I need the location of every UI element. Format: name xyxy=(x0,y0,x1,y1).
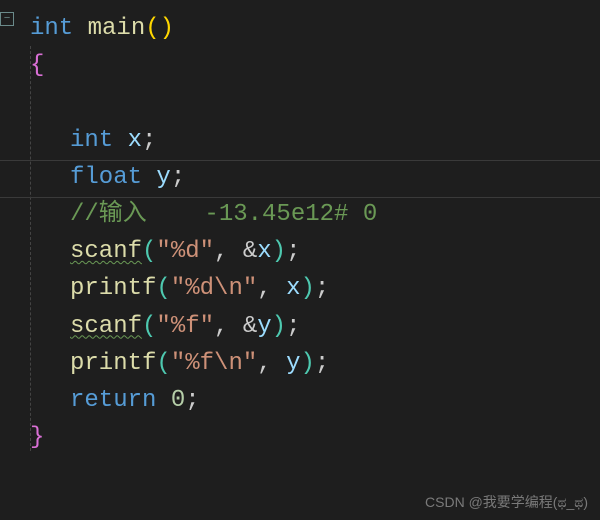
code-line: int main() xyxy=(20,10,600,47)
token-paren: ( xyxy=(156,275,170,302)
token-string: "%d" xyxy=(156,238,214,265)
token-comma: , xyxy=(257,275,286,302)
token-string: "%f\n" xyxy=(171,350,257,377)
token-paren: ) xyxy=(272,238,286,265)
token-semicolon: ; xyxy=(142,127,156,154)
token-keyword: return xyxy=(70,387,156,414)
token-paren: ( xyxy=(142,313,156,340)
token-brace: { xyxy=(30,52,44,79)
token-semicolon: ; xyxy=(171,164,185,191)
token-paren: ( xyxy=(145,15,159,42)
token-function: printf xyxy=(70,350,156,377)
token-type: int xyxy=(70,127,113,154)
token-paren: ( xyxy=(142,238,156,265)
code-line: } xyxy=(20,419,600,456)
code-line: printf("%d\n", x); xyxy=(20,270,600,307)
token-semicolon: ; xyxy=(185,387,199,414)
code-line: //输入 -13.45e12# 0 xyxy=(20,196,600,233)
token-function: main xyxy=(88,15,146,42)
token-comment: //输入 -13.45e12# 0 xyxy=(70,201,377,228)
token-string: "%f" xyxy=(156,313,214,340)
token-operator: & xyxy=(243,238,257,265)
token-var: y xyxy=(156,164,170,191)
token-paren: ) xyxy=(160,15,174,42)
code-line: float y; xyxy=(20,159,600,196)
code-editor[interactable]: − int main() { int x; float y; //输入 -13.… xyxy=(0,0,600,466)
code-line: scanf("%d", &x); xyxy=(20,233,600,270)
token-paren: ( xyxy=(156,350,170,377)
watermark: CSDN @我要学编程(ಥ_ಥ) xyxy=(425,492,588,512)
token-semicolon: ; xyxy=(286,313,300,340)
token-var: y xyxy=(257,313,271,340)
token-var: x xyxy=(286,275,300,302)
token-var: x xyxy=(257,238,271,265)
fold-glyph: − xyxy=(4,14,11,25)
token-semicolon: ; xyxy=(315,275,329,302)
token-semicolon: ; xyxy=(315,350,329,377)
token-type: float xyxy=(70,164,142,191)
code-line: return 0; xyxy=(20,382,600,419)
token-keyword: int xyxy=(30,15,73,42)
token-comma: , xyxy=(214,313,243,340)
token-function: printf xyxy=(70,275,156,302)
token-semicolon: ; xyxy=(286,238,300,265)
token-number: 0 xyxy=(171,387,185,414)
code-line: int x; xyxy=(20,122,600,159)
code-line xyxy=(20,84,600,121)
token-paren: ) xyxy=(272,313,286,340)
token-function: scanf xyxy=(70,238,142,265)
fold-icon[interactable]: − xyxy=(0,12,14,26)
code-line: { xyxy=(20,47,600,84)
token-var: x xyxy=(128,127,142,154)
code-line: scanf("%f", &y); xyxy=(20,308,600,345)
token-function: scanf xyxy=(70,313,142,340)
token-comma: , xyxy=(257,350,286,377)
token-var: y xyxy=(286,350,300,377)
token-operator: & xyxy=(243,313,257,340)
token-paren: ) xyxy=(300,275,314,302)
token-brace: } xyxy=(30,424,44,451)
token-string: "%d\n" xyxy=(171,275,257,302)
token-paren: ) xyxy=(300,350,314,377)
code-line: printf("%f\n", y); xyxy=(20,345,600,382)
token-comma: , xyxy=(214,238,243,265)
